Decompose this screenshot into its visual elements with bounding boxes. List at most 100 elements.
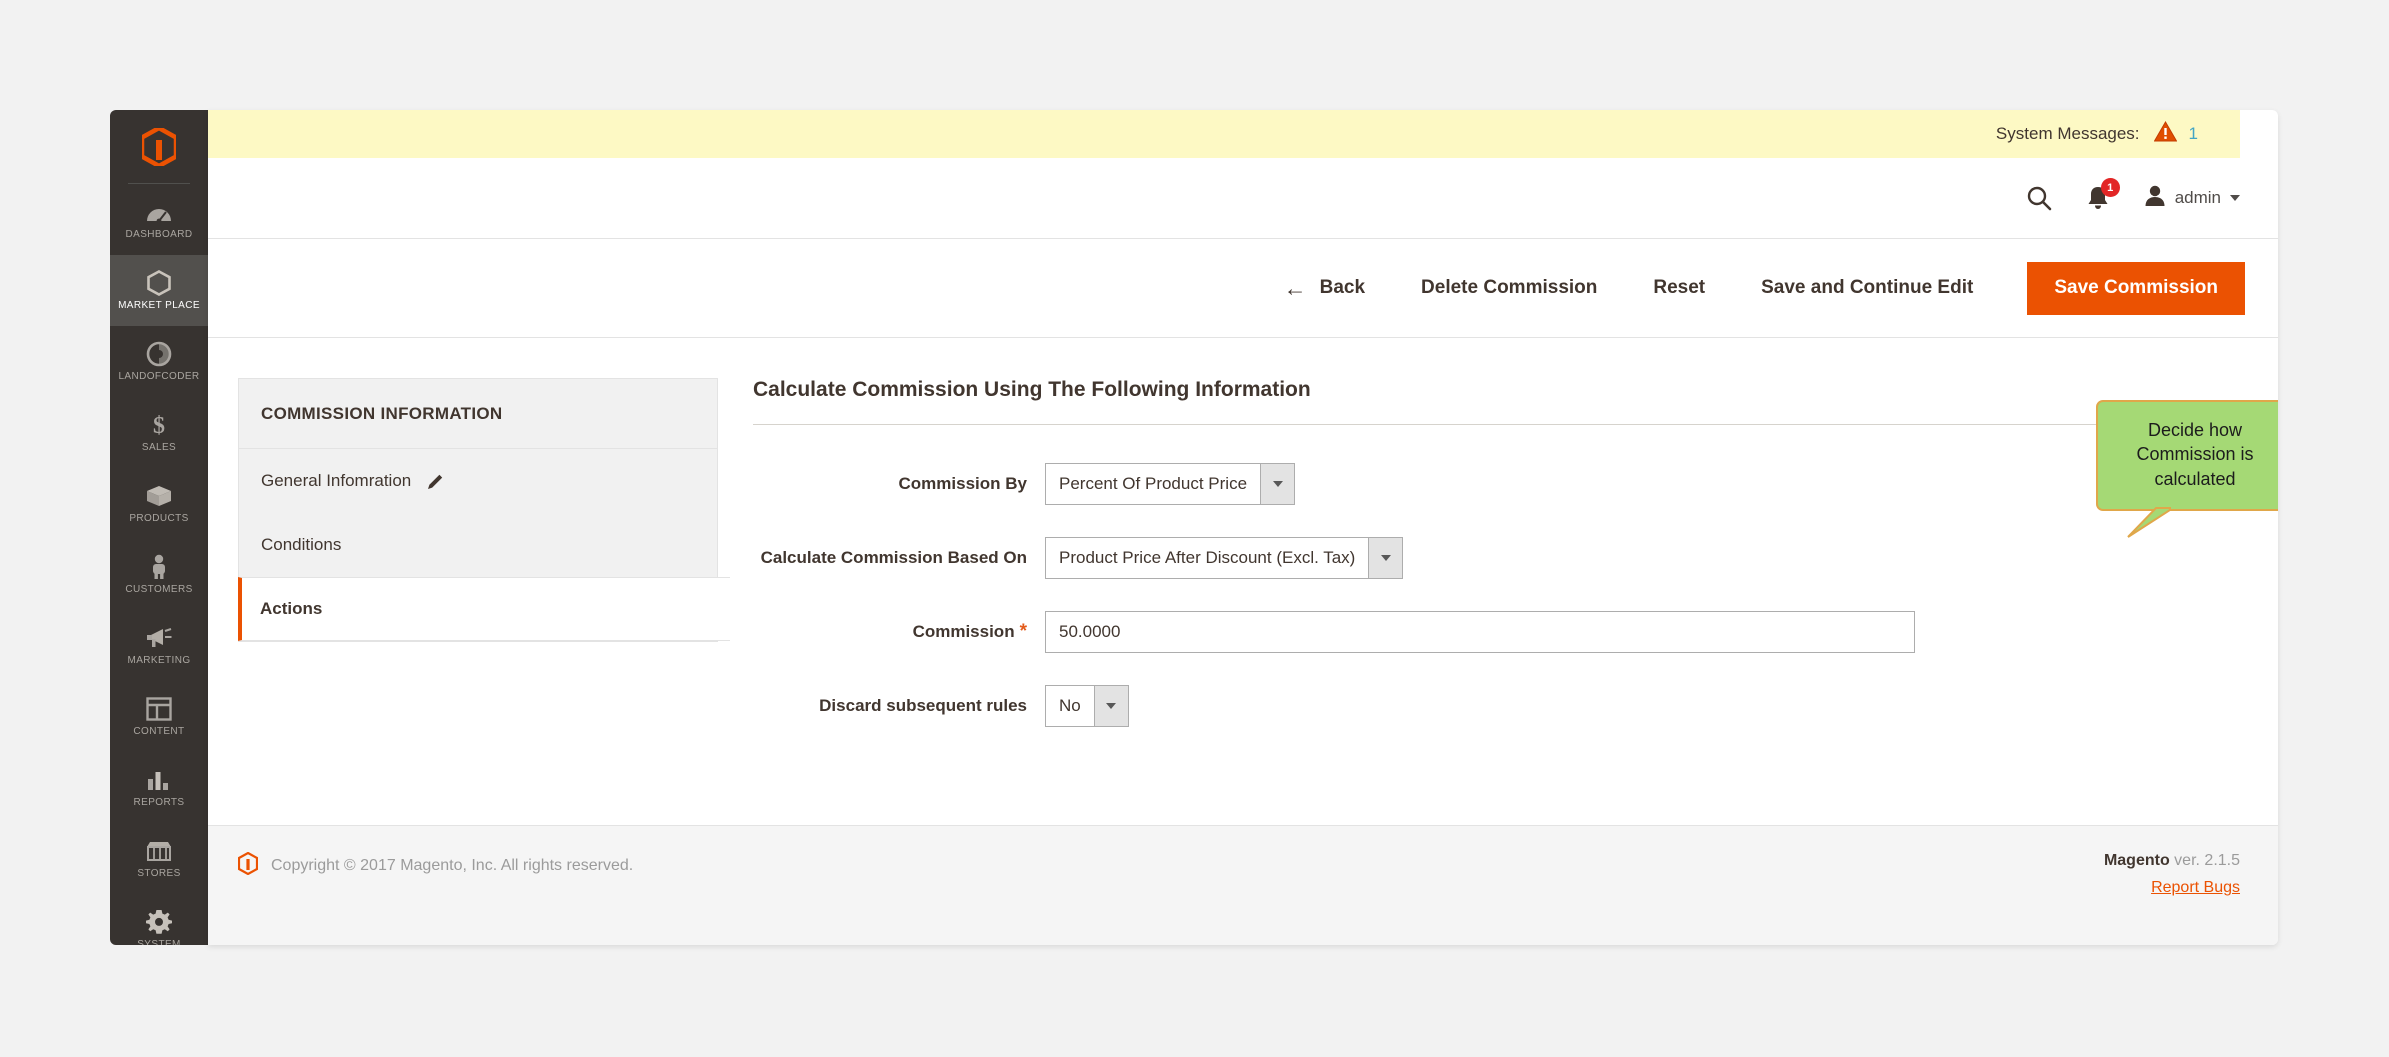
sidebar-item-reports[interactable]: Reports <box>110 752 208 823</box>
back-button-label: Back <box>1319 277 1366 298</box>
sidebar-item-label: Content <box>133 725 185 737</box>
panel-item-actions[interactable]: Actions <box>238 577 730 641</box>
arrow-left-icon: ← <box>1283 274 1307 301</box>
version-number: ver. 2.1.5 <box>2169 852 2240 869</box>
discard-rules-label: Discard subsequent rules <box>819 696 1027 715</box>
reset-button[interactable]: Reset <box>1625 277 1733 299</box>
sidebar-item-label: Stores <box>137 867 181 879</box>
person-icon <box>149 554 169 579</box>
search-icon[interactable] <box>2026 185 2052 211</box>
panel-item-general-infomration[interactable]: General Infomration <box>239 449 717 513</box>
megaphone-icon <box>145 626 173 650</box>
report-bugs-link[interactable]: Report Bugs <box>2104 879 2240 897</box>
magento-mark-icon <box>237 851 259 880</box>
form-section-title: Calculate Commission Using The Following… <box>753 378 2213 425</box>
bell-icon[interactable]: 1 <box>2086 178 2120 211</box>
panel-item-label: Actions <box>260 599 323 618</box>
magento-logo-icon[interactable] <box>128 110 190 184</box>
sidebar-item-sales[interactable]: $ Sales <box>110 397 208 468</box>
required-marker: * <box>1019 621 1027 642</box>
based-on-label: Calculate Commission Based On <box>760 548 1027 567</box>
content-area: Commission Information General Infomrati… <box>208 338 2278 788</box>
sidebar-item-market-place[interactable]: Market Place <box>110 255 208 326</box>
field-commission-by: Commission By Percent Of Product Price <box>753 463 2213 505</box>
warning-triangle-icon <box>2153 121 2177 147</box>
based-on-value: Product Price After Discount (Excl. Tax) <box>1059 548 1356 567</box>
sidebar-item-label: Reports <box>133 796 185 808</box>
user-avatar-icon <box>2144 184 2166 212</box>
sidebar-item-label: Products <box>129 512 189 524</box>
sidebar-item-system[interactable]: System <box>110 894 208 945</box>
panel-item-label: Conditions <box>261 535 342 554</box>
based-on-select[interactable]: Product Price After Discount (Excl. Tax) <box>1045 537 1404 579</box>
back-button[interactable]: ← Back <box>1256 274 1393 301</box>
commission-input[interactable] <box>1045 611 1915 653</box>
version-text: Magento ver. 2.1.5 <box>2104 852 2240 870</box>
commission-by-label: Commission By <box>898 474 1027 493</box>
copyright-text: Copyright © 2017 Magento, Inc. All right… <box>271 857 634 874</box>
page-footer: Copyright © 2017 Magento, Inc. All right… <box>208 825 2278 945</box>
user-menu[interactable]: admin <box>2144 184 2240 212</box>
sidebar-item-label: Landofcoder <box>118 370 200 382</box>
system-messages-count: 1 <box>2188 124 2198 143</box>
brand-name: Magento <box>2103 852 2170 869</box>
page-actions-toolbar: ← Back Delete Commission Reset Save and … <box>208 238 2278 338</box>
panel-item-conditions[interactable]: Conditions <box>239 513 717 577</box>
storefront-icon <box>145 839 173 863</box>
sidebar-item-customers[interactable]: Customers <box>110 539 208 610</box>
chevron-down-icon <box>2230 195 2240 201</box>
sidebar-item-products[interactable]: Products <box>110 468 208 539</box>
panel-title: Commission Information <box>239 379 717 449</box>
commission-by-value: Percent Of Product Price <box>1059 474 1248 493</box>
panel-item-label: General Infomration <box>261 471 412 490</box>
notifications-count-badge: 1 <box>2100 178 2120 197</box>
discard-rules-value: No <box>1059 696 1081 715</box>
dashboard-icon <box>145 200 173 224</box>
save-commission-button[interactable]: Save Commission <box>2027 261 2245 315</box>
pencil-icon[interactable] <box>427 473 444 490</box>
layout-icon <box>146 696 172 721</box>
sidebar-item-marketing[interactable]: Marketing <box>110 610 208 681</box>
chevron-down-icon <box>1260 464 1295 504</box>
sidebar-item-label: Sales <box>141 441 177 453</box>
sidebar-item-content[interactable]: Content <box>110 681 208 752</box>
field-calculate-based-on: Calculate Commission Based On Product Pr… <box>753 537 2213 579</box>
save-and-continue-edit-button[interactable]: Save and Continue Edit <box>1733 277 2001 299</box>
user-name-label: admin <box>2174 188 2221 207</box>
admin-header: 1 admin <box>208 158 2278 238</box>
sidebar-item-label: Market Place <box>118 299 200 311</box>
marketplace-icon <box>147 269 171 296</box>
box-icon <box>145 484 173 508</box>
admin-main-card: System Messages: 1 1 admin ← Back Delete… <box>208 110 2278 945</box>
commission-label: Commission * <box>753 621 1045 643</box>
field-discard-subsequent-rules: Discard subsequent rules No <box>753 685 2213 727</box>
admin-page: Dashboard Market Place Landofcoder $ Sales Pr… <box>110 110 2278 945</box>
copyright-block: Copyright © 2017 Magento, Inc. All right… <box>237 851 634 880</box>
system-messages-label: System Messages: <box>1995 124 2140 143</box>
chevron-down-icon <box>1093 686 1128 726</box>
bar-chart-icon <box>146 768 172 792</box>
discard-rules-select[interactable]: No <box>1045 685 1129 727</box>
system-messages-bar[interactable]: System Messages: 1 <box>208 110 2240 158</box>
sidebar-item-landofcoder[interactable]: Landofcoder <box>110 326 208 397</box>
sidebar-item-label: Marketing <box>127 654 191 666</box>
sidebar-item-label: Customers <box>125 583 193 595</box>
commission-form: Calculate Commission Using The Following… <box>753 378 2278 759</box>
gear-icon <box>146 909 172 934</box>
sidebar-item-dashboard[interactable]: Dashboard <box>110 184 208 255</box>
commission-by-select[interactable]: Percent Of Product Price <box>1045 463 1296 505</box>
sidebar-item-stores[interactable]: Stores <box>110 823 208 894</box>
admin-sidebar: Dashboard Market Place Landofcoder $ Sales Pr… <box>110 110 208 945</box>
dollar-icon: $ <box>150 413 168 438</box>
sidebar-item-label: System <box>137 938 181 946</box>
delete-commission-button[interactable]: Delete Commission <box>1393 277 1625 299</box>
field-commission: Commission * <box>753 611 2213 653</box>
commission-label-text: Commission <box>912 622 1015 641</box>
chevron-down-icon <box>1368 538 1403 578</box>
callout-tooltip: Decide how Commission is calculated <box>2096 400 2278 538</box>
callout-text: Decide how Commission is calculated <box>2136 420 2254 489</box>
commission-information-panel: Commission Information General Infomrati… <box>238 378 730 642</box>
svg-text:$: $ <box>153 413 165 438</box>
footer-version-block: Magento ver. 2.1.5 Report Bugs <box>2104 852 2240 897</box>
landofcoder-icon <box>146 341 172 366</box>
